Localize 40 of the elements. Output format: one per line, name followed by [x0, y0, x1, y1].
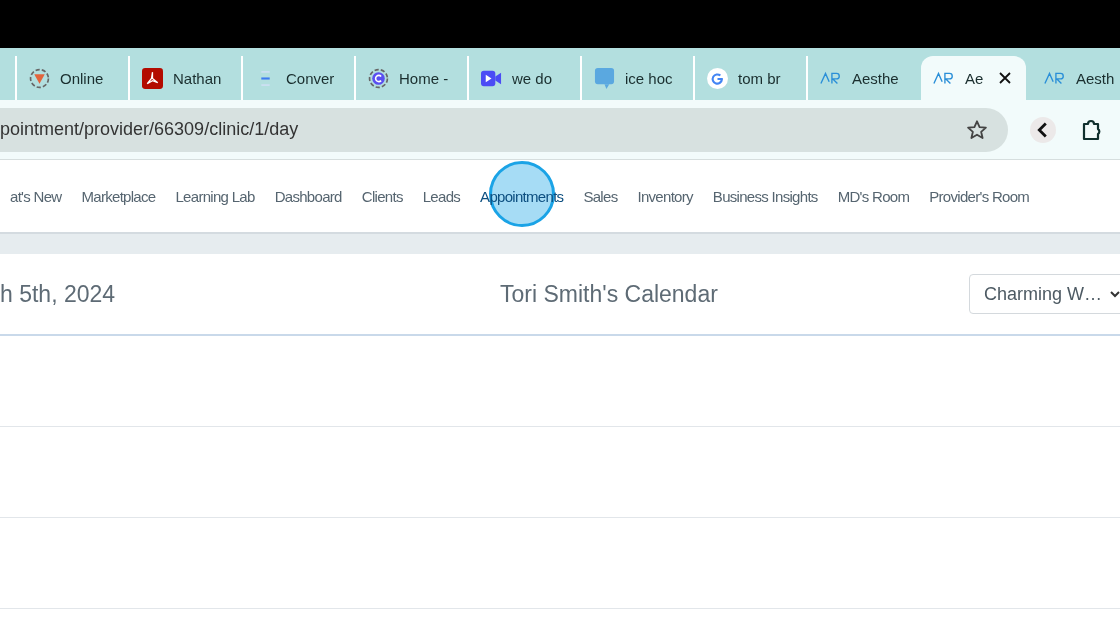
browser-tab[interactable]: Aesth: [1032, 56, 1120, 100]
pdf-icon: [142, 67, 163, 89]
tab-title: Ae: [965, 69, 984, 87]
nav-tab[interactable]: MD's Room: [827, 160, 920, 232]
tab-title: ice hoc: [625, 69, 673, 87]
calendar-date: h 5th, 2024: [0, 280, 116, 308]
tab-title: Aesthe: [852, 69, 899, 87]
tab-title: Online: [60, 69, 104, 87]
address-bar[interactable]: pointment/provider/66309/clinic/1/day: [0, 107, 1008, 152]
location-select[interactable]: Charming W…: [969, 274, 1120, 314]
nav-tab[interactable]: Leads: [412, 160, 471, 232]
nav-tab[interactable]: at's New: [0, 160, 72, 232]
url-text: pointment/provider/66309/clinic/1/day: [0, 119, 299, 140]
nav-tab[interactable]: Learning Lab: [165, 160, 265, 232]
tab-title: we do: [512, 69, 553, 87]
nav-tab[interactable]: Inventory: [627, 160, 703, 232]
nav-tab[interactable]: Business Insights: [702, 160, 828, 232]
star-icon[interactable]: [966, 118, 988, 141]
browser-tab[interactable]: Ae: [921, 56, 1026, 100]
nav-tab[interactable]: Provider's Room: [919, 160, 1040, 232]
close-icon[interactable]: [999, 72, 1012, 84]
tab-title: Nathan: [173, 69, 222, 87]
circle-c-icon: [368, 67, 389, 89]
chevron-left-icon[interactable]: [1030, 116, 1056, 143]
nav-tab[interactable]: Clients: [351, 160, 413, 232]
shield-icon: [29, 67, 50, 89]
nav-tab[interactable]: Sales: [573, 160, 628, 232]
chat-bubble-icon: [594, 67, 615, 89]
nav-tab[interactable]: Dashboard: [264, 160, 352, 232]
tab-title: Conver: [286, 69, 335, 87]
tab-title: tom br: [738, 69, 781, 87]
chevron-down-icon: [1110, 290, 1120, 298]
tab-title: Home -: [399, 69, 449, 87]
ar-logo-icon: [820, 71, 842, 85]
calendar-title: Tori Smith's Calendar: [500, 280, 718, 308]
ar-logo-icon: [933, 71, 955, 85]
nav-tab[interactable]: Marketplace: [71, 160, 166, 232]
tab-title: Aesth: [1076, 69, 1115, 87]
ar-logo-icon: [1044, 71, 1066, 85]
g-logo-icon: [707, 67, 728, 89]
